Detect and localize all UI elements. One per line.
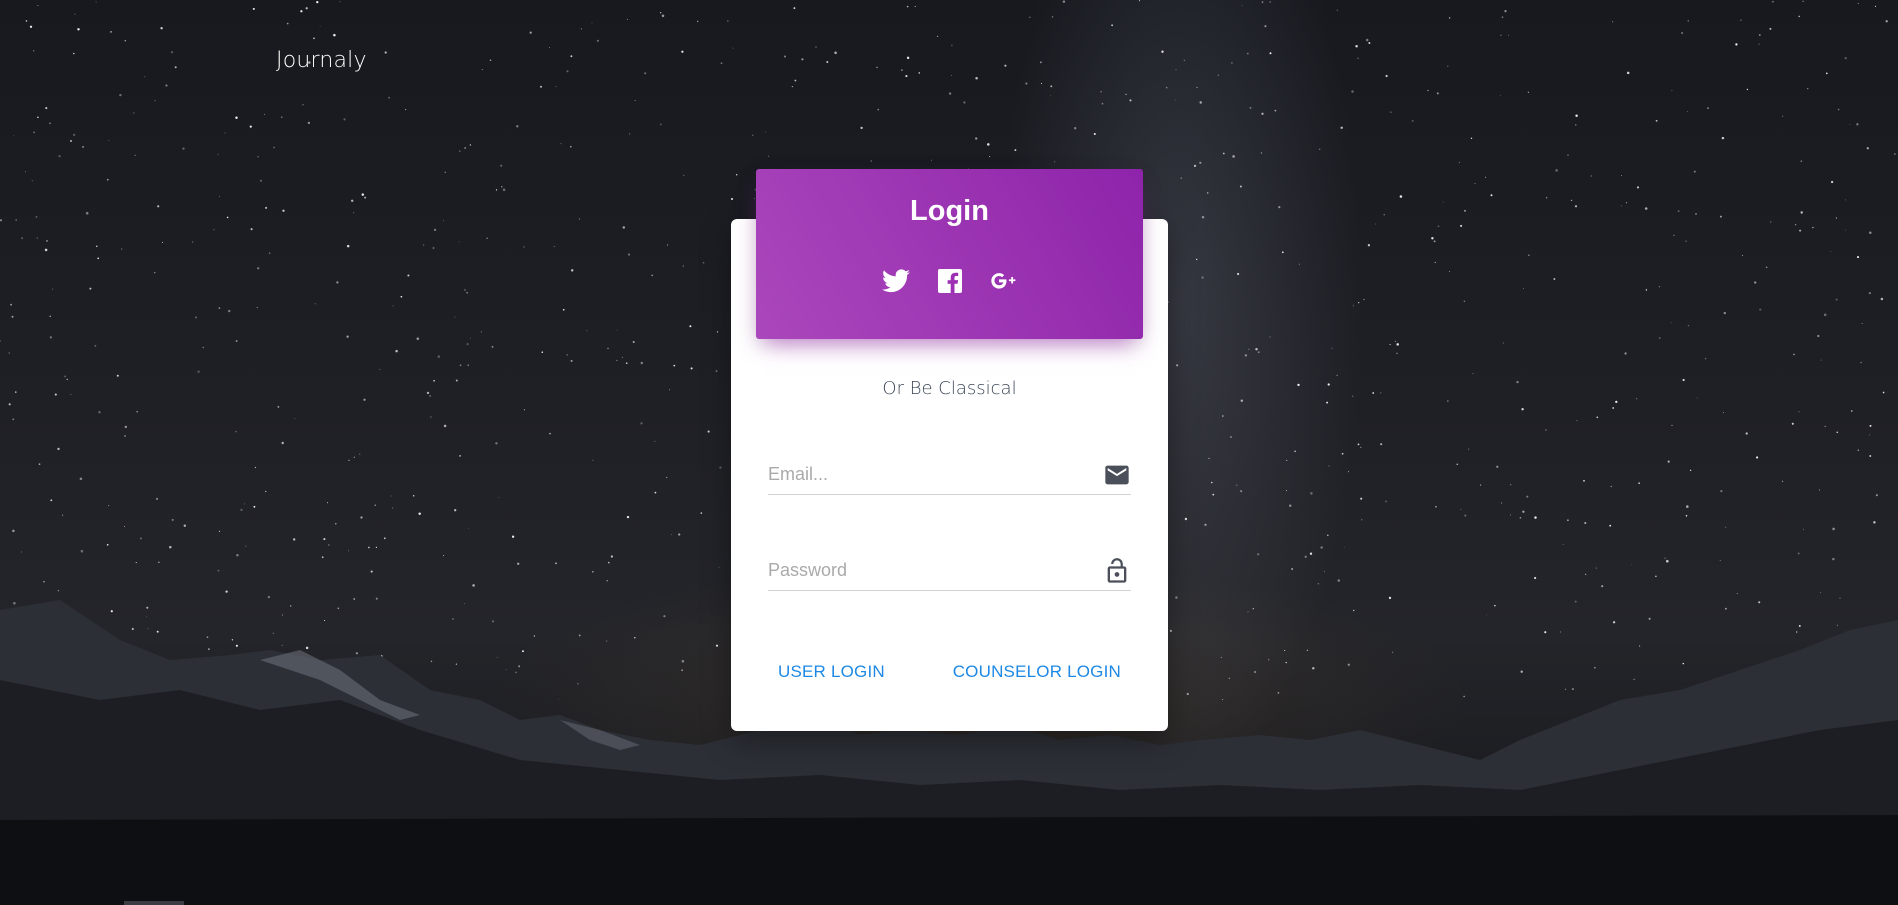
brand-logo-text[interactable]: Journaly xyxy=(276,48,367,73)
counselor-login-button[interactable]: COUNSELOR LOGIN xyxy=(953,658,1121,686)
card-title: Login xyxy=(910,195,989,227)
envelope-icon xyxy=(1103,461,1131,489)
google-plus-icon xyxy=(990,273,1015,289)
login-card-header: Login xyxy=(756,169,1143,339)
facebook-icon xyxy=(937,269,962,293)
password-input[interactable] xyxy=(768,551,1088,589)
lock-icon xyxy=(1103,557,1131,585)
user-login-button[interactable]: USER LOGIN xyxy=(778,658,885,686)
google-plus-button[interactable] xyxy=(990,267,1018,295)
email-field xyxy=(768,455,1131,495)
twitter-icon xyxy=(881,269,910,293)
social-login-buttons xyxy=(756,267,1143,295)
twitter-button[interactable] xyxy=(881,267,910,295)
password-field xyxy=(768,551,1131,591)
scrollbar-thumb[interactable] xyxy=(124,901,184,905)
facebook-button[interactable] xyxy=(936,267,964,295)
email-input[interactable] xyxy=(768,455,1088,493)
divider-text: Or Be Classical xyxy=(882,378,1017,399)
